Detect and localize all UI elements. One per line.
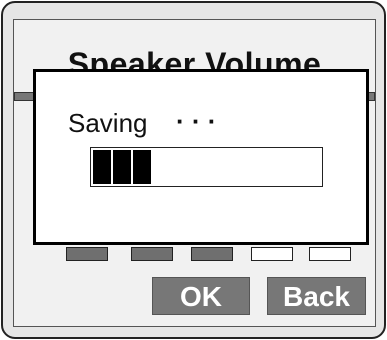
saving-dialog: Saving · · · (33, 69, 369, 245)
volume-segment-1 (66, 247, 108, 261)
saving-ellipsis: · · · (176, 106, 217, 136)
volume-segment-3 (191, 247, 233, 261)
back-softkey[interactable]: Back (267, 277, 366, 315)
phone-display-frame: Speaker Volume OK Back Saving · · · (1, 1, 386, 339)
saving-message: Saving (68, 108, 148, 138)
volume-segment-5 (309, 247, 351, 261)
progress-block (93, 150, 111, 184)
ok-softkey[interactable]: OK (152, 277, 250, 315)
volume-segment-4 (251, 247, 293, 261)
volume-segment-2 (131, 247, 173, 261)
progress-block (133, 150, 151, 184)
saving-progress-bar (90, 147, 323, 187)
volume-level-indicator (66, 247, 356, 261)
progress-block (113, 150, 131, 184)
